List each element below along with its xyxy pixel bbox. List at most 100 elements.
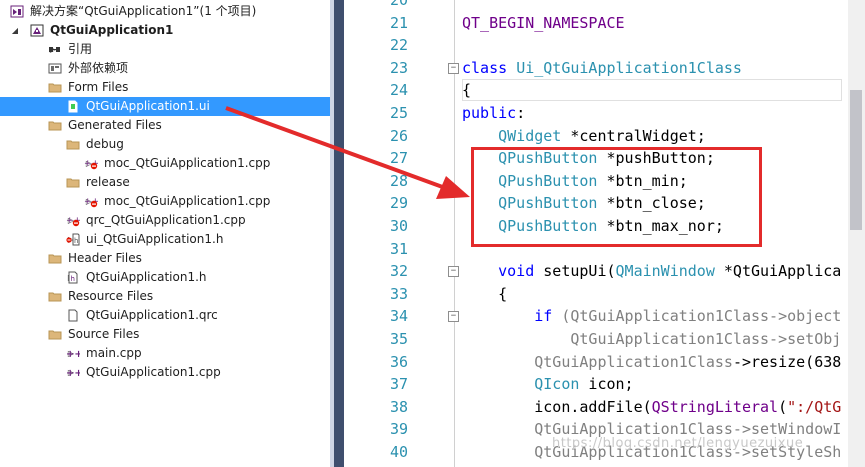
tree-item-label: 引用 <box>68 42 93 56</box>
code-token: *centralWidget; <box>561 127 706 145</box>
tree-item[interactable]: ◢Source Files <box>0 325 330 344</box>
cpp-file-excluded-icon: ++ <box>84 157 99 170</box>
vertical-scrollbar-thumb[interactable] <box>850 90 862 230</box>
line-number: 28 <box>389 172 408 190</box>
tree-item[interactable]: ▷ ++ moc_QtGuiApplication1.cpp <box>0 154 330 173</box>
line-number: 40 <box>389 443 408 461</box>
resource-file-icon <box>66 309 80 322</box>
cpp-file-excluded-icon: ++ <box>84 195 99 208</box>
code-line[interactable]: public: <box>462 102 525 124</box>
code-line[interactable]: { <box>462 283 507 305</box>
filter-folder-icon <box>66 138 80 151</box>
line-number: 33 <box>389 285 408 303</box>
code-token: : <box>516 104 526 122</box>
code-line[interactable]: QIcon icon; <box>462 373 634 395</box>
line-number: 22 <box>389 36 408 54</box>
code-token: *QtGuiApplica <box>714 262 842 280</box>
ui-file-icon <box>66 100 80 113</box>
header-file-icon: h <box>66 271 80 284</box>
line-number: 20 <box>389 0 408 9</box>
cpp-file-icon: ++ <box>66 366 83 379</box>
code-line[interactable]: QT_BEGIN_NAMESPACE <box>462 12 625 34</box>
vertical-scrollbar[interactable] <box>848 0 865 467</box>
tree-item[interactable]: ◢Header Files <box>0 249 330 268</box>
tree-item[interactable]: QtGuiApplication1.qrc <box>0 306 330 325</box>
line-number: 32 <box>389 262 408 280</box>
code-token: void <box>498 262 535 280</box>
tree-item[interactable]: ▷hui_QtGuiApplication1.h <box>0 230 330 249</box>
code-line[interactable]: QWidget *centralWidget; <box>462 125 706 147</box>
tree-item-label: 解决方案“QtGuiApplication1”(1 个项目) <box>30 4 257 18</box>
tree-item[interactable]: QtGuiApplication1.ui <box>0 97 330 116</box>
svg-text:++: ++ <box>66 368 80 379</box>
code-token: QWidget <box>498 127 562 145</box>
tree-item-label: Resource Files <box>68 289 154 303</box>
tree-item[interactable]: ◢Generated Files <box>0 116 330 135</box>
code-token: if <box>534 307 553 325</box>
tree-item[interactable]: 解决方案“QtGuiApplication1”(1 个项目) <box>0 2 330 21</box>
code-token: ->resize(638 <box>732 353 842 371</box>
collapse-region-icon[interactable]: − <box>448 266 459 277</box>
solution-icon <box>10 5 24 18</box>
code-token: (QtGuiApplication1Class->object <box>552 307 842 325</box>
tree-item-label: Form Files <box>68 80 129 94</box>
line-number: 37 <box>389 375 408 393</box>
tree-item[interactable]: ◢ QtGuiApplication1 <box>0 21 330 40</box>
collapse-region-icon[interactable]: − <box>448 63 459 74</box>
tree-item[interactable]: ◢debug <box>0 135 330 154</box>
current-line-highlight <box>462 79 842 101</box>
code-token: class <box>462 59 517 77</box>
annotation-highlight-box <box>471 147 762 247</box>
watermark-text: https://blog.csdn.net/lengyuezuixue <box>552 436 804 451</box>
tree-item[interactable]: ▷ ++ qrc_QtGuiApplication1.cpp <box>0 211 330 230</box>
cpp-file-icon: ++ <box>66 347 83 360</box>
tree-item[interactable]: ▷ ++ moc_QtGuiApplication1.cpp <box>0 192 330 211</box>
tree-item[interactable]: ◢release <box>0 173 330 192</box>
code-token: QtGuiApplication1Class->setObj <box>462 330 842 348</box>
header-file-excluded-icon: h <box>66 233 80 246</box>
code-token: setupUi( <box>534 262 616 280</box>
tree-item[interactable]: ▷引用 <box>0 40 330 59</box>
svg-text:h: h <box>71 275 75 283</box>
tree-item[interactable]: ◢Resource Files <box>0 287 330 306</box>
collapse-region-icon[interactable]: − <box>448 311 459 322</box>
line-number: 35 <box>389 330 408 348</box>
tree-item-label: QtGuiApplication1.h <box>86 270 207 284</box>
code-line[interactable]: QtGuiApplication1Class->resize(638 <box>462 351 841 373</box>
code-token: public <box>462 104 517 122</box>
line-number: 25 <box>389 104 408 122</box>
tree-item-label: QtGuiApplication1 <box>50 23 174 37</box>
tree-item[interactable]: ▷ ++ main.cpp <box>0 344 330 363</box>
tree-item-label: QtGuiApplication1.ui <box>86 99 210 113</box>
line-number: 39 <box>389 420 408 438</box>
tree-item[interactable]: ▷外部依赖项 <box>0 59 330 78</box>
tree-item[interactable]: ◢Form Files <box>0 78 330 97</box>
code-token: { <box>462 81 472 99</box>
tree-item-label: moc_QtGuiApplication1.cpp <box>104 156 271 170</box>
code-line[interactable]: icon.addFile(QStringLiteral(":/QtG <box>462 396 841 418</box>
code-token: ":/QtG <box>787 398 842 416</box>
tree-item-label: release <box>86 175 130 189</box>
filter-folder-icon <box>48 290 62 303</box>
code-token: Ui_QtGuiApplication1Class <box>516 59 742 77</box>
code-token: icon; <box>579 375 634 393</box>
code-line[interactable]: QtGuiApplication1Class->setObj <box>462 328 841 350</box>
code-line[interactable]: { <box>462 79 471 101</box>
line-number: 31 <box>389 240 408 258</box>
code-token: { <box>462 285 508 303</box>
tree-item-label: Generated Files <box>68 118 162 132</box>
external-dependencies-icon <box>48 62 62 75</box>
filter-folder-icon <box>48 328 62 341</box>
line-number: 30 <box>389 217 408 235</box>
tree-item[interactable]: ▷ ++ QtGuiApplication1.cpp <box>0 363 330 382</box>
filter-folder-icon <box>66 176 80 189</box>
code-line[interactable]: void setupUi(QMainWindow *QtGuiApplica <box>462 260 841 282</box>
code-line[interactable]: class Ui_QtGuiApplication1Class <box>462 57 742 79</box>
code-line[interactable]: if (QtGuiApplication1Class->object <box>462 305 841 327</box>
collapse-arrow-icon[interactable]: ◢ <box>10 21 20 40</box>
tree-item[interactable]: ▷hQtGuiApplication1.h <box>0 268 330 287</box>
tree-item-label: 外部依赖项 <box>68 61 129 75</box>
